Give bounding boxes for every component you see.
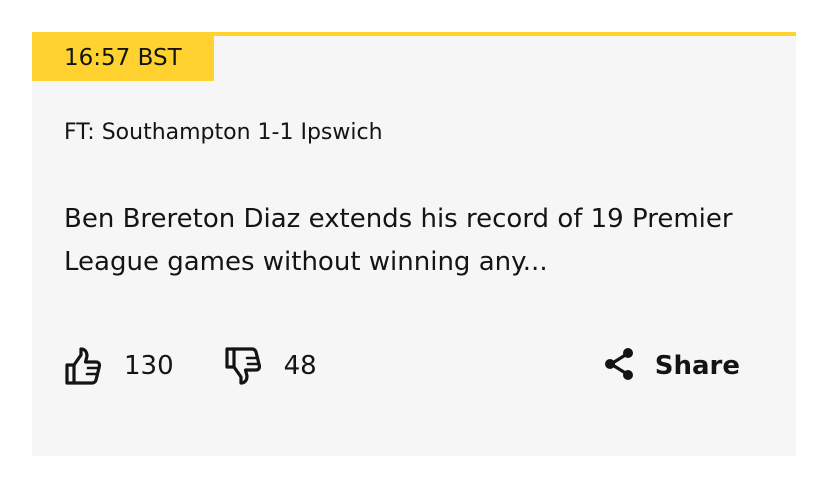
post-summary[interactable]: Ben Brereton Diaz extends his record of … [64, 198, 754, 284]
post-headline: FT: Southampton 1-1 Ipswich [64, 120, 383, 145]
share-label: Share [654, 351, 740, 381]
like-button[interactable]: 130 [64, 346, 174, 386]
dislike-count: 48 [283, 351, 317, 381]
post-timestamp: 16:57 BST [32, 35, 214, 81]
share-icon [603, 347, 635, 385]
live-post-card: 16:57 BST FT: Southampton 1-1 Ipswich Be… [32, 32, 796, 456]
thumbs-up-icon [64, 346, 102, 386]
reaction-bar: 130 48 Share [64, 341, 740, 391]
like-count: 130 [124, 351, 174, 381]
thumbs-down-icon [224, 346, 262, 386]
share-button[interactable]: Share [603, 347, 740, 385]
dislike-button[interactable]: 48 [224, 346, 317, 386]
